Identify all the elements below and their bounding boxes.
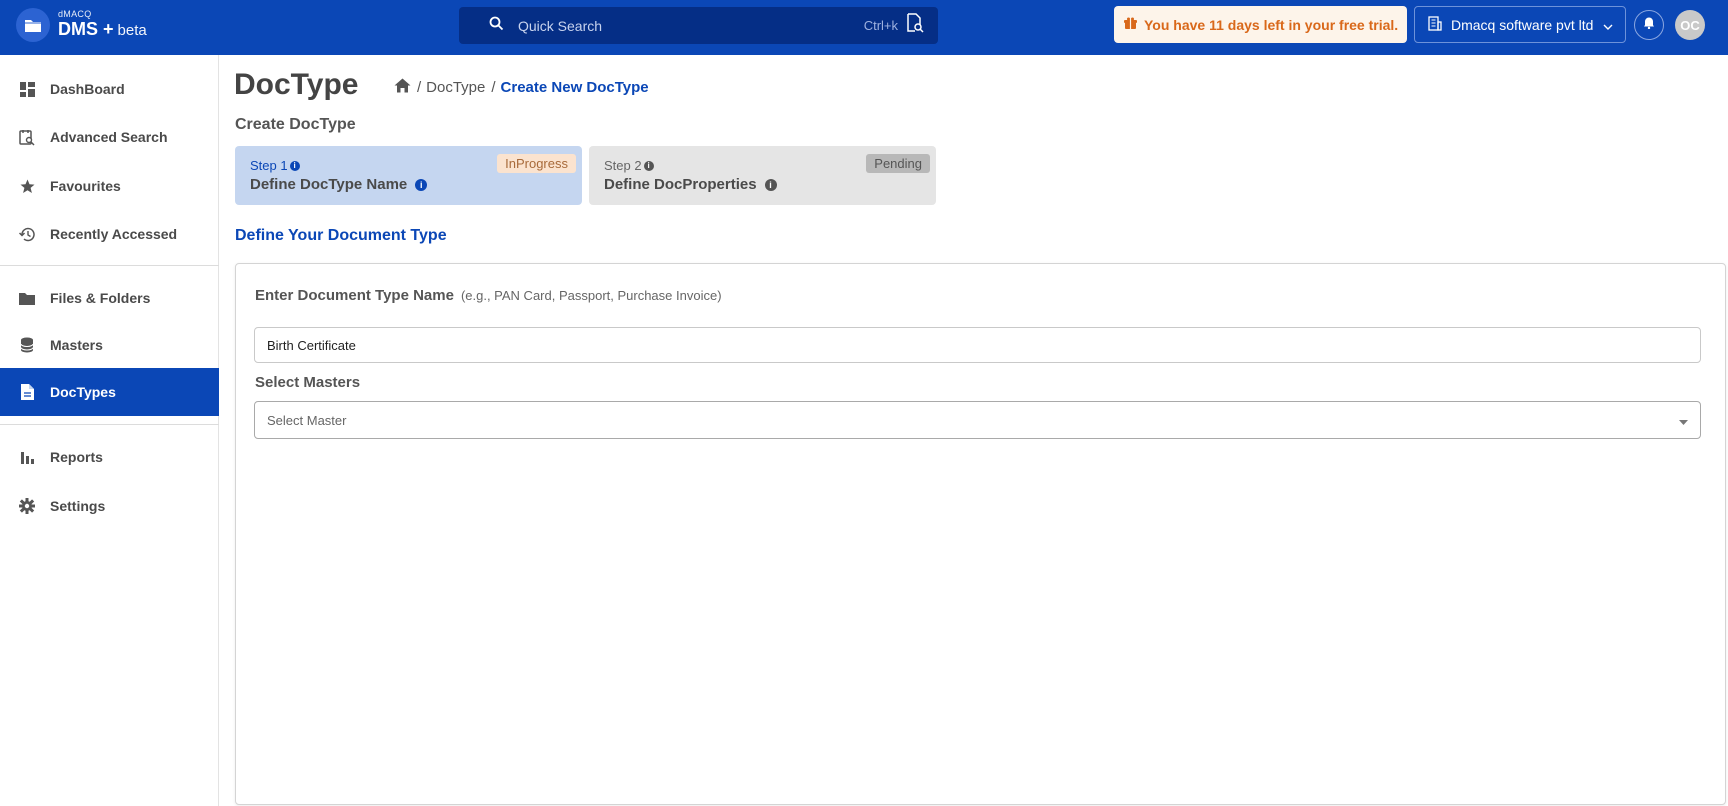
select-master-dropdown[interactable]: Select Master bbox=[254, 401, 1701, 439]
app-logo[interactable]: dMACQ DMS + beta bbox=[16, 8, 147, 42]
breadcrumb-current: Create New DocType bbox=[500, 79, 649, 96]
sidebar-item-advanced-search[interactable]: Advanced Search bbox=[0, 113, 219, 161]
sidebar-item-label: Reports bbox=[50, 449, 103, 465]
info-dot-icon: i bbox=[289, 160, 300, 171]
star-icon bbox=[18, 177, 36, 195]
info-dot-icon: i bbox=[643, 160, 654, 171]
page-title: DocType bbox=[234, 68, 359, 101]
step-title: Define DocType Name i bbox=[250, 176, 567, 193]
breadcrumb-doctype[interactable]: DocType bbox=[426, 79, 485, 96]
home-icon[interactable] bbox=[394, 78, 411, 97]
history-icon bbox=[18, 225, 36, 243]
sidebar-item-label: Advanced Search bbox=[50, 129, 168, 145]
bell-icon bbox=[1643, 16, 1655, 34]
sidebar-item-label: Recently Accessed bbox=[50, 226, 178, 242]
database-icon bbox=[18, 336, 36, 354]
sidebar-item-dashboard[interactable]: DashBoard bbox=[0, 65, 219, 113]
sidebar-item-label: Masters bbox=[50, 337, 103, 353]
dashboard-icon bbox=[18, 80, 36, 98]
sidebar-item-label: Files & Folders bbox=[50, 290, 151, 306]
select-masters-label: Select Masters bbox=[255, 374, 361, 391]
sidebar: DashBoard Advanced Search Favourites Rec… bbox=[0, 55, 219, 806]
status-badge: InProgress bbox=[497, 154, 576, 173]
sidebar-item-recently-accessed[interactable]: Recently Accessed bbox=[0, 210, 219, 258]
company-selector[interactable]: Dmacq software pvt ltd bbox=[1414, 6, 1626, 43]
logo-product: DMS + beta bbox=[58, 19, 147, 41]
logo-plus: + bbox=[103, 19, 114, 39]
sidebar-item-settings[interactable]: Settings bbox=[0, 482, 219, 530]
building-icon bbox=[1427, 15, 1443, 34]
logo-brand-small: dMACQ bbox=[58, 9, 92, 19]
document-icon bbox=[18, 383, 36, 401]
doctype-name-value: Birth Certificate bbox=[267, 337, 356, 353]
logo-beta: beta bbox=[117, 22, 147, 39]
sidebar-item-favourites[interactable]: Favourites bbox=[0, 162, 219, 210]
breadcrumb: / DocType / Create New DocType bbox=[394, 78, 649, 97]
doctype-name-input[interactable]: Birth Certificate bbox=[254, 327, 1701, 363]
logo-product-name: DMS bbox=[58, 19, 98, 39]
quick-search-bar[interactable]: Quick Search Ctrl+k bbox=[459, 7, 938, 44]
breadcrumb-separator: / bbox=[491, 79, 496, 96]
chevron-down-icon bbox=[1603, 17, 1613, 33]
sidebar-item-doctypes[interactable]: DocTypes bbox=[0, 368, 219, 416]
select-master-placeholder: Select Master bbox=[267, 412, 347, 428]
sidebar-divider bbox=[0, 424, 219, 425]
define-document-type-heading: Define Your Document Type bbox=[235, 227, 447, 244]
doctype-form-card: Enter Document Type Name (e.g., PAN Card… bbox=[235, 263, 1726, 805]
folder-icon bbox=[18, 289, 36, 307]
step-title: Define DocProperties i bbox=[604, 176, 921, 193]
step-title-label: Define DocProperties bbox=[604, 176, 757, 193]
sidebar-item-label: DocTypes bbox=[50, 384, 116, 400]
create-doctype-heading: Create DocType bbox=[235, 116, 356, 133]
trial-text: You have 11 days left in your free trial… bbox=[1144, 16, 1399, 33]
status-badge: Pending bbox=[866, 154, 930, 173]
sidebar-item-masters[interactable]: Masters bbox=[0, 321, 219, 369]
step-1-card[interactable]: Step 1 i Define DocType Name i InProgres… bbox=[235, 146, 582, 205]
sidebar-item-label: DashBoard bbox=[50, 81, 125, 97]
doctype-name-label: Enter Document Type Name (e.g., PAN Card… bbox=[255, 287, 722, 304]
gear-icon bbox=[18, 497, 36, 515]
info-icon[interactable]: i bbox=[415, 178, 428, 191]
user-avatar[interactable]: OC bbox=[1675, 10, 1705, 40]
sidebar-item-files-folders[interactable]: Files & Folders bbox=[0, 274, 219, 322]
info-icon[interactable]: i bbox=[764, 178, 777, 191]
step-number-label: Step 1 bbox=[250, 158, 288, 173]
search-placeholder: Quick Search bbox=[518, 17, 603, 34]
trial-banner[interactable]: You have 11 days left in your free trial… bbox=[1114, 6, 1407, 43]
gift-icon bbox=[1124, 17, 1137, 33]
step-2-card[interactable]: Step 2 i Define DocProperties i Pending bbox=[589, 146, 936, 205]
doctype-name-hint: (e.g., PAN Card, Passport, Purchase Invo… bbox=[460, 288, 722, 303]
step-number-label: Step 2 bbox=[604, 158, 642, 173]
company-name: Dmacq software pvt ltd bbox=[1451, 16, 1594, 33]
folder-logo-icon bbox=[16, 8, 50, 42]
step-title-label: Define DocType Name bbox=[250, 176, 408, 193]
sidebar-item-label: Favourites bbox=[50, 178, 121, 194]
notifications-button[interactable] bbox=[1634, 10, 1664, 40]
bar-chart-icon bbox=[18, 448, 36, 466]
breadcrumb-separator: / bbox=[417, 79, 422, 96]
advanced-search-icon bbox=[18, 128, 36, 146]
document-search-icon[interactable] bbox=[906, 13, 924, 38]
sidebar-item-label: Settings bbox=[50, 498, 106, 514]
top-bar: dMACQ DMS + beta Quick Search Ctrl+k You … bbox=[0, 0, 1728, 55]
sidebar-item-reports[interactable]: Reports bbox=[0, 433, 219, 481]
sidebar-divider bbox=[0, 265, 219, 266]
search-shortcut: Ctrl+k bbox=[863, 18, 898, 33]
logo-text: dMACQ DMS + beta bbox=[58, 9, 147, 41]
search-icon bbox=[489, 16, 504, 36]
caret-down-icon bbox=[1679, 413, 1688, 428]
doctype-name-label-text: Enter Document Type Name bbox=[255, 287, 454, 304]
